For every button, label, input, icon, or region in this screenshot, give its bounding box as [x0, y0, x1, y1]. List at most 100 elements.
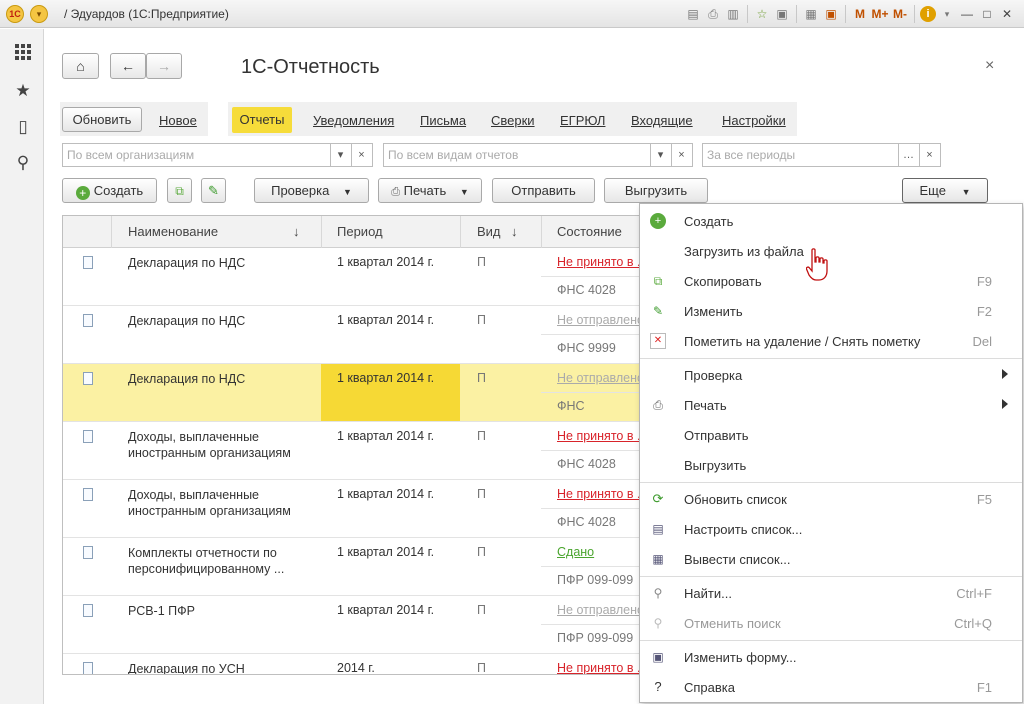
menu-item-mark-delete[interactable]: ✕ Пометить на удаление / Снять пометку D…: [640, 326, 1022, 356]
app-logo-icon[interactable]: 1С: [6, 5, 24, 23]
row-period: 1 квартал 2014 г.: [337, 313, 435, 327]
menu-item-edit[interactable]: ✎ Изменить F2: [640, 296, 1022, 326]
clear-icon[interactable]: ×: [671, 144, 691, 166]
row-status-link[interactable]: Не принято в ...: [557, 255, 647, 269]
info-icon[interactable]: i: [920, 6, 936, 22]
menu-item-send[interactable]: Отправить: [640, 420, 1022, 450]
refresh-button[interactable]: Обновить: [62, 107, 142, 132]
check-button[interactable]: Проверка ▼: [254, 178, 369, 203]
apps-icon[interactable]: [13, 43, 33, 63]
row-status-link[interactable]: Не отправлено: [557, 371, 644, 385]
table-row[interactable]: Декларация по НДС 1 квартал 2014 г. П Не…: [63, 306, 661, 364]
save-icon[interactable]: ▤: [684, 5, 702, 23]
tab-egrul[interactable]: ЕГРЮЛ: [560, 113, 605, 128]
menu-item-configure-list[interactable]: ▤ Настроить список...: [640, 514, 1022, 544]
menu-item-output-list[interactable]: ▦ Вывести список...: [640, 544, 1022, 574]
tab-letters[interactable]: Письма: [420, 113, 466, 128]
preview-icon[interactable]: ▥: [724, 5, 742, 23]
menu-item-check[interactable]: Проверка: [640, 360, 1022, 390]
close-window-button[interactable]: ✕: [998, 5, 1016, 23]
report-kind-filter[interactable]: По всем видам отчетов ▾ ×: [383, 143, 693, 167]
menu-item-cancel-search[interactable]: ⚲ Отменить поиск Ctrl+Q: [640, 608, 1022, 638]
forward-button[interactable]: →: [146, 53, 182, 79]
select-period-icon[interactable]: …: [898, 144, 918, 166]
menu-item-create[interactable]: + Создать: [640, 206, 1022, 236]
menu-item-label: Вывести список...: [684, 552, 791, 567]
table-row[interactable]: Декларация по НДС 1 квартал 2014 г. П Не…: [63, 248, 661, 306]
document-icon: [83, 604, 93, 617]
menu-separator: [640, 640, 1022, 641]
home-button[interactable]: ⌂: [62, 53, 99, 79]
menu-item-print[interactable]: ⎙ Печать: [640, 390, 1022, 420]
row-status-link[interactable]: Не отправлено: [557, 603, 644, 617]
column-header-status[interactable]: Состояние: [557, 224, 622, 239]
export-button[interactable]: Выгрузить: [604, 178, 708, 203]
menu-item-find[interactable]: ⚲ Найти... Ctrl+F: [640, 578, 1022, 608]
document-icon: [83, 256, 93, 269]
menu-item-refresh-list[interactable]: ⟳ Обновить список F5: [640, 484, 1022, 514]
history-icon[interactable]: ▣: [773, 5, 791, 23]
menu-item-copy[interactable]: ⧉ Скопировать F9: [640, 266, 1022, 296]
clear-icon[interactable]: ×: [919, 144, 939, 166]
close-form-button[interactable]: ×: [985, 57, 994, 75]
row-status-link[interactable]: Не принято в ...: [557, 661, 647, 674]
favorites-star-icon[interactable]: ★: [13, 81, 33, 101]
favorite-icon[interactable]: ☆: [753, 5, 771, 23]
row-name: Комплекты отчетности по персонифицирован…: [128, 546, 285, 576]
printer-icon: ⎙: [391, 186, 401, 198]
copy-button[interactable]: ⧉: [167, 178, 192, 203]
tab-notifications[interactable]: Уведомления: [313, 113, 394, 128]
print-icon[interactable]: ⎙: [704, 5, 722, 23]
column-header-kind[interactable]: Вид: [477, 224, 501, 239]
column-header-period[interactable]: Период: [337, 224, 383, 239]
chevron-down-icon[interactable]: ▾: [650, 144, 670, 166]
document-icon: [83, 430, 93, 443]
history-icon[interactable]: ▯: [13, 117, 33, 137]
table-row[interactable]: Комплекты отчетности по персонифицирован…: [63, 538, 661, 596]
menu-item-export[interactable]: Выгрузить: [640, 450, 1022, 480]
menu-item-load-from-file[interactable]: Загрузить из файла: [640, 236, 1022, 266]
row-status-link[interactable]: Не принято в ...: [557, 429, 647, 443]
clear-icon[interactable]: ×: [351, 144, 371, 166]
menu-item-help[interactable]: ? Справка F1: [640, 672, 1022, 702]
tab-reports[interactable]: Отчеты: [232, 107, 292, 133]
period-filter[interactable]: За все периоды … ×: [702, 143, 941, 167]
minimize-button[interactable]: —: [958, 5, 976, 23]
memory-minus-button[interactable]: M-: [891, 5, 909, 23]
table-row[interactable]: Доходы, выплаченные иностранным организа…: [63, 480, 661, 538]
table-row-selected[interactable]: Декларация по НДС 1 квартал 2014 г. П Не…: [63, 364, 661, 422]
more-button[interactable]: Еще ▼: [902, 178, 988, 203]
create-button[interactable]: + Создать: [62, 178, 157, 203]
row-kind: П: [477, 603, 486, 617]
main-menu-icon[interactable]: ▾: [30, 5, 48, 23]
calendar-icon[interactable]: ▣: [822, 5, 840, 23]
chevron-down-icon[interactable]: ▾: [330, 144, 350, 166]
print-button[interactable]: ⎙ Печать ▼: [378, 178, 482, 203]
calc-icon[interactable]: ▦: [802, 5, 820, 23]
memory-button[interactable]: M: [851, 5, 869, 23]
column-header-name[interactable]: Наименование: [128, 224, 218, 239]
title-bar: 1С ▾ / Эдуардов (1С:Предприятие) ▤ ⎙ ▥ ☆…: [0, 0, 1024, 28]
tab-settings[interactable]: Настройки: [722, 113, 786, 128]
search-icon[interactable]: ⚲: [13, 153, 33, 173]
row-kind: П: [477, 487, 486, 501]
new-link[interactable]: Новое: [159, 113, 197, 128]
edit-button[interactable]: ✎: [201, 178, 226, 203]
memory-plus-button[interactable]: M+: [871, 5, 889, 23]
row-status-link[interactable]: Не отправлено: [557, 313, 644, 327]
maximize-button[interactable]: □: [978, 5, 996, 23]
menu-item-label: Настроить список...: [684, 522, 803, 537]
row-status-link[interactable]: Сдано: [557, 545, 594, 559]
chevron-down-icon[interactable]: ▾: [938, 5, 956, 23]
menu-item-label: Скопировать: [684, 274, 762, 289]
send-button[interactable]: Отправить: [492, 178, 595, 203]
tab-incoming[interactable]: Входящие: [631, 113, 693, 128]
row-status-link[interactable]: Не принято в ...: [557, 487, 647, 501]
menu-item-change-form[interactable]: ▣ Изменить форму...: [640, 642, 1022, 672]
table-row[interactable]: РСВ-1 ПФР 1 квартал 2014 г. П Не отправл…: [63, 596, 661, 654]
back-button[interactable]: ←: [110, 53, 146, 79]
table-row[interactable]: Декларация по УСН 2014 г. П Не принято в…: [63, 654, 661, 674]
tab-reconciliations[interactable]: Сверки: [491, 113, 535, 128]
table-row[interactable]: Доходы, выплаченные иностранным организа…: [63, 422, 661, 480]
organization-filter[interactable]: По всем организациям ▾ ×: [62, 143, 373, 167]
